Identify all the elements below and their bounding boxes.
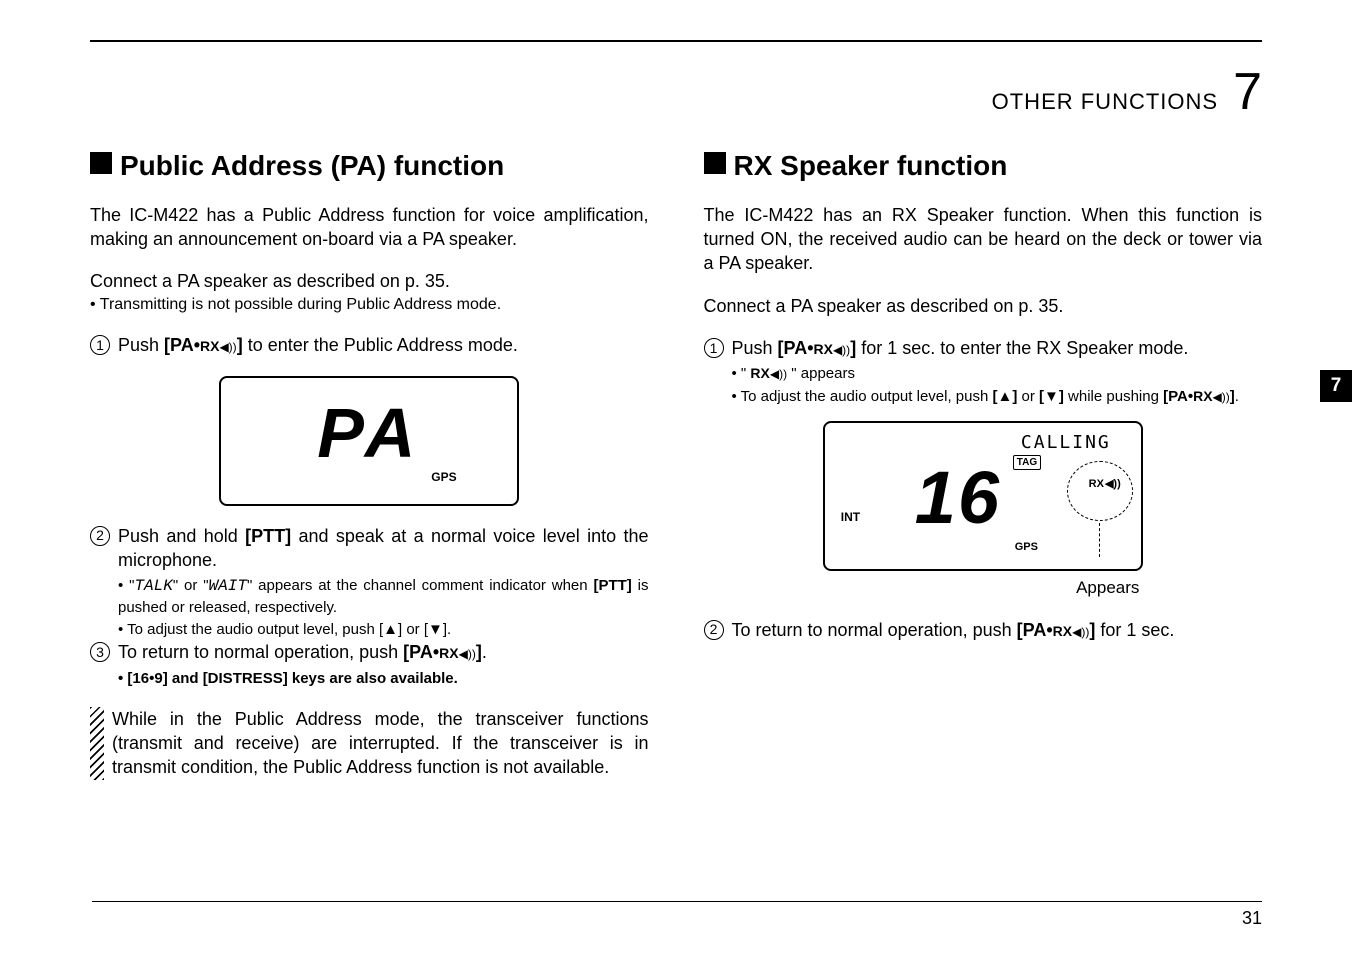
page-number: 31 — [92, 901, 1262, 929]
left-step2-body: Push and hold [PTT] and speak at a norma… — [118, 524, 649, 573]
lcd-pa-display: PA GPS — [219, 376, 519, 506]
t: [PA• — [1017, 620, 1053, 640]
left-step3-sub: • [16•9] and [DISTRESS] keys are also av… — [118, 669, 649, 689]
page-tab: 7 — [1320, 370, 1352, 402]
t: [▼] — [1039, 388, 1064, 405]
t: WAIT — [209, 577, 247, 595]
t: • " — [118, 577, 134, 594]
left-step1-body: Push [PA•RX] to enter the Public Address… — [118, 333, 649, 357]
circled-3-icon: 3 — [90, 642, 110, 662]
left-note-text: While in the Public Address mode, the tr… — [112, 707, 649, 780]
t: [▲] — [993, 388, 1018, 405]
speaker-icon — [1072, 620, 1089, 640]
t: • To adjust the audio output level, push — [732, 388, 993, 405]
left-note: While in the Public Address mode, the tr… — [90, 707, 649, 780]
title-bullet-icon — [704, 152, 726, 174]
right-step1-sub2: • To adjust the audio output level, push… — [732, 387, 1263, 407]
lcd-rx-display: CALLING TAG 16 INT GPS RX — [823, 421, 1143, 571]
left-step-1: 1 Push [PA•RX] to enter the Public Addre… — [90, 333, 649, 357]
rx-key-label: RX — [814, 341, 833, 357]
left-connect: Connect a PA speaker as described on p. … — [90, 269, 649, 293]
left-column: Public Address (PA) function The IC-M422… — [90, 147, 649, 780]
left-step3-body: To return to normal operation, push [PA•… — [118, 640, 649, 664]
hatch-icon — [90, 707, 104, 780]
lcd-gps-label: GPS — [1015, 540, 1038, 555]
lcd-gps-label: GPS — [431, 469, 456, 485]
t: to enter the Public Address mode. — [243, 335, 518, 355]
t: RX — [750, 365, 769, 381]
rx-key-label: RX — [1053, 623, 1072, 639]
rx-key-label: RX — [200, 338, 219, 354]
speaker-icon — [770, 365, 787, 382]
left-step-3: 3 To return to normal operation, push [P… — [90, 640, 649, 664]
t: Push — [732, 338, 778, 358]
t: [PA• — [778, 338, 814, 358]
speaker-icon — [219, 335, 236, 355]
speaker-icon — [459, 642, 476, 662]
rx-key-label: RX — [1193, 388, 1212, 404]
header-section: OTHER FUNCTIONS — [992, 89, 1218, 115]
left-step2-sub1: • "TALK" or "WAIT" appears at the channe… — [118, 576, 649, 618]
t: To return to normal operation, push — [732, 620, 1017, 640]
left-step-2: 2 Push and hold [PTT] and speak at a nor… — [90, 524, 649, 573]
t: while pushing — [1064, 388, 1163, 405]
left-intro: The IC-M422 has a Public Address functio… — [90, 203, 649, 252]
left-step2-sub2: • To adjust the audio output level, push… — [118, 620, 649, 640]
circled-2-icon: 2 — [90, 526, 110, 546]
speaker-icon — [1213, 388, 1230, 405]
lcd-pa-text: PA — [235, 386, 503, 481]
t: [PTT] — [245, 526, 291, 546]
circled-2-icon: 2 — [704, 620, 724, 640]
appears-label: Appears — [954, 577, 1263, 600]
circled-1-icon: 1 — [90, 335, 110, 355]
t: . — [482, 642, 487, 662]
left-title: Public Address (PA) function — [90, 147, 649, 185]
top-rule — [90, 40, 1262, 42]
t: [PA• — [403, 642, 439, 662]
t: . — [1235, 388, 1239, 405]
right-step1-body: Push [PA•RX] for 1 sec. to enter the RX … — [732, 336, 1263, 360]
right-title: RX Speaker function — [704, 147, 1263, 185]
right-title-text: RX Speaker function — [734, 150, 1008, 181]
rx-key-label: RX — [439, 645, 458, 661]
speaker-icon — [833, 338, 850, 358]
callout-line-icon — [1099, 523, 1101, 557]
right-connect: Connect a PA speaker as described on p. … — [704, 294, 1263, 318]
content-columns: Public Address (PA) function The IC-M422… — [90, 147, 1262, 780]
lcd-tag-label: TAG — [1013, 455, 1041, 471]
t: Push — [118, 335, 164, 355]
right-intro: The IC-M422 has an RX Speaker function. … — [704, 203, 1263, 276]
left-connect-bullet: • Transmitting is not possible during Pu… — [90, 294, 649, 316]
right-step2-body: To return to normal operation, push [PA•… — [732, 618, 1263, 642]
t: [PA• — [1163, 388, 1193, 405]
t: " appears — [787, 365, 855, 382]
right-step-2: 2 To return to normal operation, push [P… — [704, 618, 1263, 642]
t: or — [1017, 388, 1039, 405]
t: for 1 sec. — [1095, 620, 1174, 640]
t: [PA• — [164, 335, 200, 355]
left-title-text: Public Address (PA) function — [120, 150, 504, 181]
lcd-int-label: INT — [841, 509, 860, 525]
t: • " — [732, 365, 751, 382]
right-step-1: 1 Push [PA•RX] for 1 sec. to enter the R… — [704, 336, 1263, 360]
lcd-calling-text: CALLING — [1021, 431, 1111, 455]
page-header: OTHER FUNCTIONS 7 — [90, 62, 1262, 122]
t: To return to normal operation, push — [118, 642, 403, 662]
lcd-channel-number: 16 — [915, 463, 1001, 533]
t: " appears at the channel comment indicat… — [247, 577, 594, 594]
t: TALK — [134, 577, 172, 595]
t: Push and hold — [118, 526, 245, 546]
title-bullet-icon — [90, 152, 112, 174]
header-chapter: 7 — [1233, 62, 1262, 122]
t: " or " — [173, 577, 209, 594]
t: [PTT] — [593, 577, 631, 594]
circled-1-icon: 1 — [704, 338, 724, 358]
right-column: RX Speaker function The IC-M422 has an R… — [704, 147, 1263, 780]
t: for 1 sec. to enter the RX Speaker mode. — [856, 338, 1188, 358]
right-step1-sub1: • " RX " appears — [732, 364, 1263, 384]
callout-circle-icon — [1067, 461, 1133, 521]
